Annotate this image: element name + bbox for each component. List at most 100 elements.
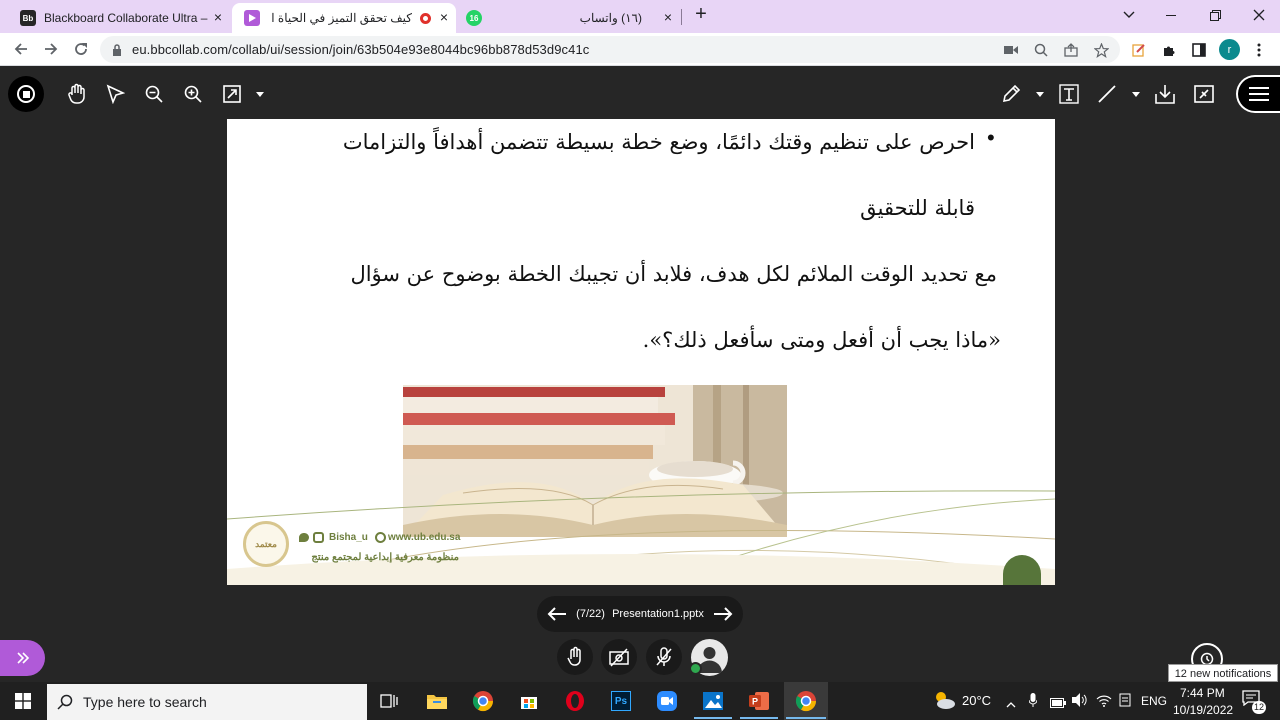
extensions-puzzle-icon[interactable] — [1160, 41, 1178, 59]
clock-time[interactable]: 7:44 PM — [1180, 686, 1225, 700]
slide-line-1: احرص على تنظيم وقتك دائمًا، وضع خطة بسيط… — [342, 130, 975, 154]
pen-dropdown-icon[interactable] — [1030, 81, 1050, 107]
logo-text: معتمد — [255, 538, 277, 549]
more-menu-icon[interactable] — [1250, 41, 1268, 59]
clear-annotations-icon[interactable] — [1191, 81, 1217, 107]
line-tool-icon[interactable] — [1094, 81, 1120, 107]
windows-start-icon[interactable] — [8, 686, 38, 716]
whatsapp-badge: 16 — [469, 13, 479, 23]
open-collab-panel-button[interactable] — [0, 640, 45, 676]
action-center-count: 12 — [1252, 701, 1267, 714]
bookmark-star-icon[interactable] — [1092, 41, 1110, 59]
powerpoint-icon[interactable]: P — [744, 686, 774, 716]
raise-hand-icon — [567, 646, 581, 666]
fit-dropdown-icon[interactable] — [250, 81, 270, 107]
instagram-icon — [313, 532, 324, 543]
powerpoint-active-indicator — [740, 717, 778, 719]
share-icon[interactable] — [1062, 41, 1080, 59]
chrome-running-icon[interactable] — [791, 686, 821, 716]
tray-microphone-icon[interactable] — [1028, 693, 1038, 712]
zoom-icon[interactable] — [1032, 41, 1050, 59]
tab-video[interactable]: كيف تحقق التميز في الحياة الج × — [232, 3, 456, 33]
collab-toolbar — [0, 67, 1280, 119]
opera-icon[interactable] — [560, 686, 590, 716]
tab-blackboard[interactable]: Bb Blackboard Collaborate Ultra – ... × — [8, 3, 230, 33]
tray-chevron-icon[interactable] — [1006, 695, 1016, 713]
tab-search-icon[interactable] — [1106, 0, 1152, 30]
volume-icon[interactable] — [1072, 693, 1088, 712]
recording-icon — [420, 12, 431, 24]
whatsapp-icon: 16 — [466, 10, 482, 26]
taskbar-search[interactable]: Type here to search — [47, 684, 367, 720]
microphone-off-icon — [656, 647, 672, 666]
photos-icon[interactable] — [698, 686, 728, 716]
store-icon[interactable] — [514, 686, 544, 716]
camera-off-icon — [609, 648, 629, 667]
back-icon[interactable] — [10, 38, 32, 60]
weather-icon[interactable] — [932, 689, 956, 711]
next-slide-icon[interactable] — [711, 602, 735, 626]
chrome-active-indicator — [786, 717, 826, 719]
zoom-out-icon[interactable] — [141, 81, 167, 107]
presentation-slide: • احرص على تنظيم وقتك دائمًا، وضع خطة بس… — [227, 119, 1055, 585]
footer-tagline: منظومة معرفية إبداعية لمجتمع منتج — [311, 552, 459, 563]
side-panel-icon[interactable] — [1190, 41, 1208, 59]
photoshop-icon[interactable]: Ps — [606, 686, 636, 716]
collab-menu-button[interactable] — [1236, 75, 1280, 113]
file-explorer-icon[interactable] — [422, 686, 452, 716]
blackboard-favicon-icon: Bb — [20, 10, 36, 26]
play-icon — [244, 10, 260, 26]
footer-website: www.ub.edu.sa — [388, 532, 461, 543]
zoom-in-icon[interactable] — [180, 81, 206, 107]
previous-slide-icon[interactable] — [545, 602, 569, 626]
address-bar[interactable]: eu.bbcollab.com/collab/ui/session/join/6… — [100, 36, 1120, 63]
task-view-icon[interactable] — [374, 686, 404, 716]
slide-line-4: «ماذا يجب أن أفعل ومتى سأفعل ذلك؟». — [642, 328, 1001, 352]
tab-strip: Bb Blackboard Collaborate Ultra – ... × … — [0, 0, 1280, 33]
forward-icon[interactable] — [40, 38, 62, 60]
extension-pen-icon[interactable] — [1130, 41, 1148, 59]
pen-tool-icon[interactable] — [998, 81, 1024, 107]
microphone-toggle-button[interactable] — [646, 639, 682, 675]
ime-icon[interactable] — [1118, 693, 1132, 712]
slide-line-2: قابلة للتحقيق — [860, 196, 975, 220]
hand-pan-icon[interactable] — [64, 81, 90, 107]
footer-social-handle: Bisha_u — [329, 532, 368, 543]
fit-screen-icon[interactable] — [219, 81, 245, 107]
camera-icon[interactable] — [1002, 41, 1020, 59]
text-tool-icon[interactable] — [1056, 81, 1082, 107]
tab-close-button[interactable]: × — [440, 9, 448, 25]
weather-temperature[interactable]: 20°C — [962, 693, 991, 708]
browser-toolbar: eu.bbcollab.com/collab/ui/session/join/6… — [0, 33, 1280, 66]
restore-icon[interactable] — [1192, 0, 1238, 30]
search-placeholder: Type here to search — [83, 694, 207, 710]
zoom-app-icon[interactable] — [652, 686, 682, 716]
screen: Bb Blackboard Collaborate Ultra – ... × … — [0, 0, 1280, 720]
new-tab-button[interactable]: + — [690, 3, 712, 29]
camera-toggle-button[interactable] — [601, 639, 637, 675]
tab-divider — [681, 9, 682, 25]
line-dropdown-icon[interactable] — [1126, 81, 1146, 107]
slide-line-3: مع تحديد الوقت الملائم لكل هدف، فلابد أن… — [350, 262, 997, 286]
battery-icon[interactable] — [1050, 695, 1066, 713]
windows-taskbar: Type here to search Ps P 20°C ENG 7:44 P… — [0, 682, 1280, 720]
slide-navigation: (7/22) Presentation1.pptx — [537, 596, 743, 632]
chrome-icon[interactable] — [468, 686, 498, 716]
profile-avatar[interactable]: r — [1219, 39, 1240, 60]
profile-initial: r — [1227, 43, 1232, 56]
close-window-icon[interactable] — [1236, 0, 1280, 30]
tab-close-button[interactable]: × — [214, 9, 222, 25]
pointer-icon[interactable] — [102, 81, 128, 107]
wifi-icon[interactable] — [1096, 693, 1112, 712]
input-language[interactable]: ENG — [1141, 694, 1167, 708]
clock-date[interactable]: 10/19/2022 — [1173, 703, 1233, 717]
status-button[interactable] — [557, 639, 593, 675]
tab-close-button[interactable]: × — [664, 9, 672, 25]
stop-sharing-button[interactable] — [8, 76, 44, 112]
tab-whatsapp[interactable]: 16 (١٦) واتساب × — [458, 3, 680, 33]
notifications-badge[interactable]: 12 new notifications — [1168, 664, 1278, 682]
minimize-icon[interactable] — [1148, 0, 1194, 30]
download-icon[interactable] — [1152, 81, 1178, 107]
double-chevron-right-icon — [16, 652, 29, 664]
reload-icon[interactable] — [70, 38, 92, 60]
